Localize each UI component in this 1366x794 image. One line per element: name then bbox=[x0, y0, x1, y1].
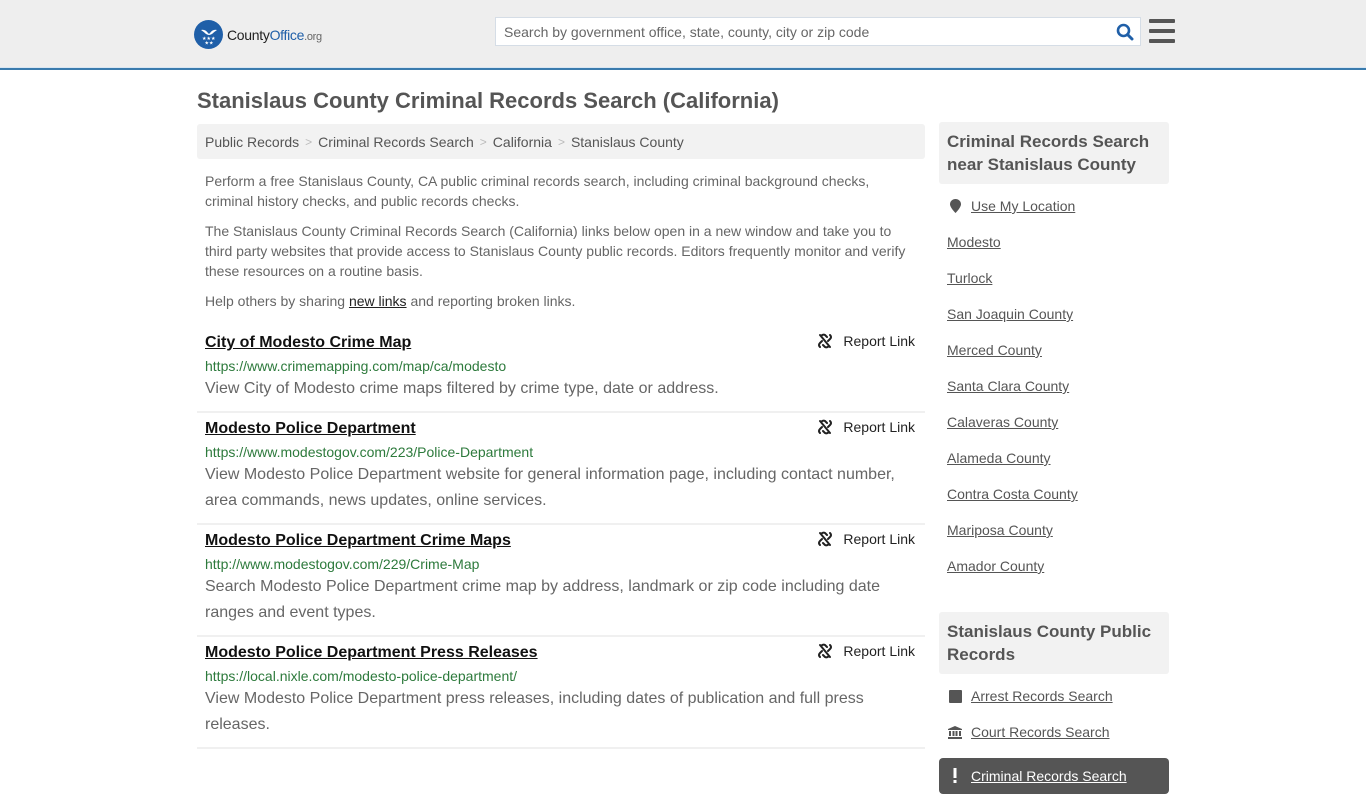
use-my-location-item: Use My Location bbox=[947, 196, 1161, 232]
arrest-records-search-link[interactable]: Arrest Records Search bbox=[971, 686, 1113, 706]
result-description: Search Modesto Police Department crime m… bbox=[205, 578, 880, 621]
nearby-link-modesto[interactable]: Modesto bbox=[947, 232, 1001, 252]
nearby-link-amador-county[interactable]: Amador County bbox=[947, 556, 1044, 576]
nearby-item: Alameda County bbox=[947, 448, 1161, 484]
breadcrumb: Public Records > Criminal Records Search… bbox=[197, 124, 925, 159]
result-title-link[interactable]: Modesto Police Department Press Releases bbox=[205, 643, 538, 663]
nearby-link-santa-clara-county[interactable]: Santa Clara County bbox=[947, 376, 1069, 396]
page-title: Stanislaus County Criminal Records Searc… bbox=[197, 88, 779, 113]
site-header: ★★★ ★★ CountyOffice.org bbox=[0, 0, 1366, 70]
new-links-link[interactable]: new links bbox=[349, 293, 407, 309]
report-link-button[interactable]: Report Link bbox=[817, 643, 915, 659]
menu-bar bbox=[1149, 29, 1175, 33]
logo-text-county: County bbox=[227, 26, 270, 43]
report-link-label: Report Link bbox=[843, 643, 915, 659]
intro-text-before: Help others by sharing bbox=[205, 293, 349, 309]
breadcrumb-separator: > bbox=[557, 134, 565, 149]
nearby-link-alameda-county[interactable]: Alameda County bbox=[947, 448, 1051, 468]
courthouse-icon bbox=[947, 722, 963, 742]
intro-paragraph-1: Perform a free Stanislaus County, CA pub… bbox=[205, 173, 870, 209]
result-item: City of Modesto Crime Map Report Link ht… bbox=[197, 327, 925, 413]
public-records-heading: Stanislaus County Public Records bbox=[939, 612, 1169, 674]
eagle-logo-icon: ★★★ ★★ bbox=[194, 20, 223, 49]
nearby-list: Use My Location Modesto Turlock San Joaq… bbox=[939, 184, 1169, 592]
search-icon bbox=[1116, 23, 1134, 40]
nearby-item: Turlock bbox=[947, 268, 1161, 304]
nearby-item: Contra Costa County bbox=[947, 484, 1161, 520]
map-marker-icon bbox=[947, 196, 963, 216]
public-records-item-active: Criminal Records Search bbox=[939, 758, 1169, 794]
result-url: https://www.modestogov.com/223/Police-De… bbox=[205, 444, 534, 460]
criminal-records-search-link[interactable]: Criminal Records Search bbox=[971, 766, 1127, 786]
nearby-item: Modesto bbox=[947, 232, 1161, 268]
result-item: Modesto Police Department Report Link ht… bbox=[197, 413, 925, 525]
nearby-link-contra-costa-county[interactable]: Contra Costa County bbox=[947, 484, 1078, 504]
result-title-link[interactable]: Modesto Police Department bbox=[205, 419, 416, 439]
broken-link-icon bbox=[818, 333, 833, 349]
result-description: View City of Modesto crime maps filtered… bbox=[205, 380, 719, 397]
nearby-link-merced-county[interactable]: Merced County bbox=[947, 340, 1042, 360]
search-bar bbox=[495, 17, 1141, 46]
logo-text-org: .org bbox=[304, 30, 322, 43]
results-list: City of Modesto Crime Map Report Link ht… bbox=[197, 327, 925, 749]
public-records-item: Court Records Search bbox=[947, 722, 1161, 758]
square-icon bbox=[947, 686, 963, 706]
breadcrumb-stanislaus-county: Stanislaus County bbox=[570, 133, 684, 150]
breadcrumb-separator: > bbox=[305, 134, 313, 149]
result-item: Modesto Police Department Crime Maps Rep… bbox=[197, 525, 925, 637]
breadcrumb-criminal-records-search[interactable]: Criminal Records Search bbox=[318, 134, 474, 150]
menu-bar bbox=[1149, 19, 1175, 23]
svg-text:★★: ★★ bbox=[204, 40, 213, 45]
report-link-button[interactable]: Report Link bbox=[817, 419, 915, 435]
result-item: Modesto Police Department Press Releases… bbox=[197, 637, 925, 749]
result-url: https://www.crimemapping.com/map/ca/mode… bbox=[205, 358, 507, 374]
nearby-heading: Criminal Records Search near Stanislaus … bbox=[939, 122, 1169, 184]
site-logo[interactable]: ★★★ ★★ CountyOffice.org bbox=[194, 20, 322, 49]
broken-link-icon bbox=[818, 643, 833, 659]
nearby-link-san-joaquin-county[interactable]: San Joaquin County bbox=[947, 304, 1073, 324]
breadcrumb-separator: > bbox=[479, 134, 487, 149]
header-divider bbox=[0, 67, 1366, 68]
nearby-item: San Joaquin County bbox=[947, 304, 1161, 340]
menu-bar bbox=[1149, 39, 1175, 43]
nearby-item: Santa Clara County bbox=[947, 376, 1161, 412]
nearby-item: Merced County bbox=[947, 340, 1161, 376]
result-description: View Modesto Police Department press rel… bbox=[205, 690, 864, 733]
nearby-item: Amador County bbox=[947, 556, 1161, 592]
nearby-link-turlock[interactable]: Turlock bbox=[947, 268, 992, 288]
report-link-label: Report Link bbox=[843, 531, 915, 547]
report-link-label: Report Link bbox=[843, 419, 915, 435]
report-link-button[interactable]: Report Link bbox=[817, 531, 915, 547]
public-records-list: Arrest Records Search Court Records Sear… bbox=[939, 674, 1169, 794]
breadcrumb-public-records[interactable]: Public Records bbox=[205, 134, 299, 150]
public-records-item: Arrest Records Search bbox=[947, 686, 1161, 722]
use-my-location-link[interactable]: Use My Location bbox=[971, 196, 1075, 216]
broken-link-icon bbox=[818, 419, 833, 435]
exclamation-icon bbox=[947, 766, 963, 786]
breadcrumb-california[interactable]: California bbox=[493, 134, 552, 150]
search-button[interactable] bbox=[1110, 18, 1140, 45]
sidebar: Criminal Records Search near Stanislaus … bbox=[939, 122, 1169, 794]
result-url: http://www.modestogov.com/229/Crime-Map bbox=[205, 556, 480, 572]
result-title-link[interactable]: Modesto Police Department Crime Maps bbox=[205, 531, 511, 551]
result-url: https://local.nixle.com/modesto-police-d… bbox=[205, 668, 518, 684]
logo-text-office: Office bbox=[269, 26, 305, 43]
nearby-item: Mariposa County bbox=[947, 520, 1161, 556]
search-input[interactable] bbox=[496, 18, 1110, 45]
result-description: View Modesto Police Department website f… bbox=[205, 466, 895, 509]
nearby-link-calaveras-county[interactable]: Calaveras County bbox=[947, 412, 1058, 432]
broken-link-icon bbox=[818, 531, 833, 547]
intro-paragraph-3: Help others by sharing new links and rep… bbox=[205, 291, 917, 311]
logo-text: CountyOffice.org bbox=[227, 27, 322, 43]
result-title-link[interactable]: City of Modesto Crime Map bbox=[205, 333, 411, 353]
report-link-label: Report Link bbox=[843, 333, 915, 349]
nearby-link-mariposa-county[interactable]: Mariposa County bbox=[947, 520, 1053, 540]
report-link-button[interactable]: Report Link bbox=[817, 333, 915, 349]
intro-text-after: and reporting broken links. bbox=[406, 293, 576, 309]
intro-paragraph-2: The Stanislaus County Criminal Records S… bbox=[205, 223, 906, 279]
court-records-search-link[interactable]: Court Records Search bbox=[971, 722, 1110, 742]
hamburger-menu-icon[interactable] bbox=[1149, 19, 1175, 43]
intro-text: Perform a free Stanislaus County, CA pub… bbox=[205, 171, 917, 321]
nearby-item: Calaveras County bbox=[947, 412, 1161, 448]
